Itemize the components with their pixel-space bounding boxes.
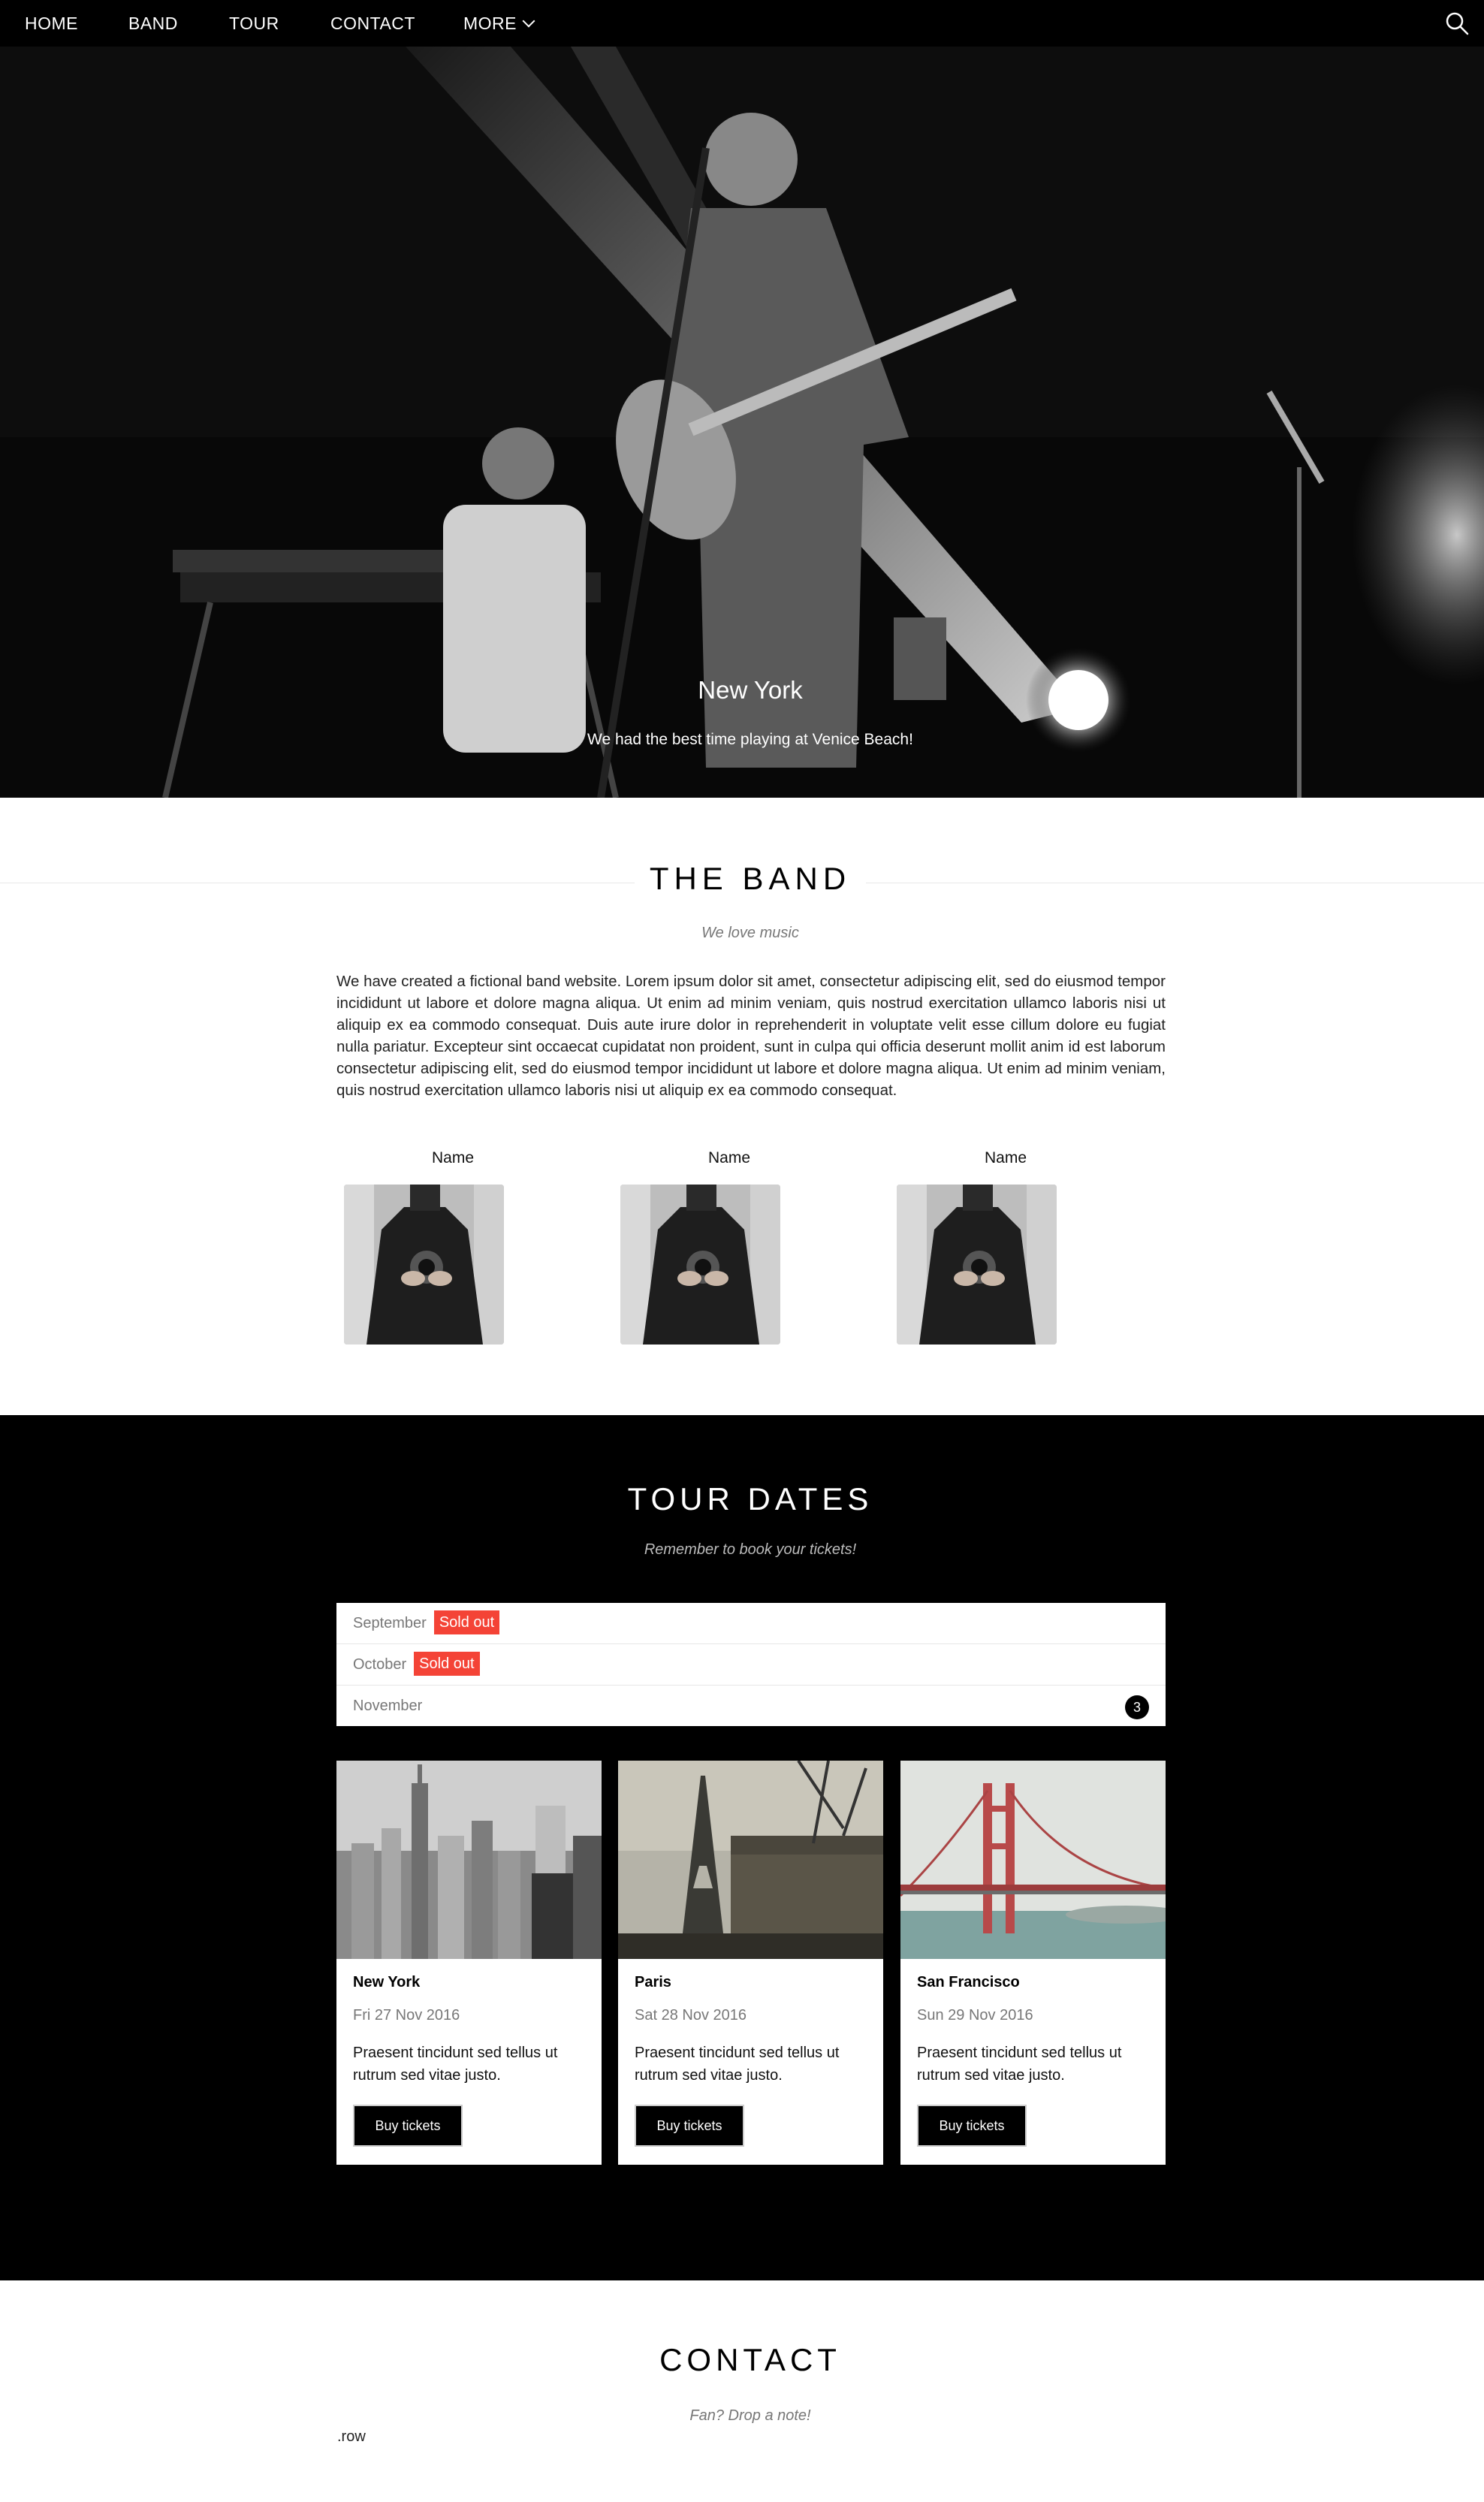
list-item-october[interactable]: October Sold out [336, 1644, 1166, 1686]
city-photo-san-francisco [899, 1761, 1186, 1959]
sold-out-badge: Sold out [433, 1610, 500, 1634]
nav-tour-link[interactable]: TOUR [229, 0, 279, 47]
card-text: Praesent tincidunt sed tellus ut rutrum … [353, 2045, 558, 2084]
nav-more-label: MORE [463, 14, 517, 33]
band-description: We have created a fictional band website… [336, 973, 1166, 1099]
member-name: Name [431, 1149, 475, 1166]
member-photo[interactable] [897, 1185, 1057, 1345]
tour-section-title: TOUR DATES [627, 1481, 873, 1517]
city-photo-new-york [336, 1761, 602, 1959]
buy-tickets-button[interactable]: Buy tickets [353, 2105, 463, 2147]
nav-contact-link[interactable]: CONTACT [330, 0, 415, 47]
list-item-september[interactable]: September Sold out [336, 1603, 1166, 1644]
tour-card: Paris Sat 28 Nov 2016 Praesent tincidunt… [618, 1759, 883, 2165]
nav-home-link[interactable]: HOME [25, 0, 78, 47]
tour-card: San Francisco Sun 29 Nov 2016 Praesent t… [899, 1761, 1186, 2165]
member-name: Name [707, 1149, 751, 1166]
tour-month-list: September Sold out October Sold out Novemb… [336, 1603, 1166, 1726]
hero-subtitle: We had the best time playing at Venice B… [587, 731, 913, 748]
nav-band-link[interactable]: BAND [128, 0, 178, 47]
contact-row-text: .row [337, 2428, 366, 2445]
month-label: November [353, 1698, 423, 1714]
tour-subtitle: Remember to book your tickets! [644, 1541, 857, 1558]
contact-subtitle: Fan? Drop a note! [689, 2407, 811, 2424]
member-name: Name [984, 1149, 1027, 1166]
card-city: San Francisco [917, 1974, 1020, 1990]
month-label: September [353, 1615, 427, 1631]
hero-carousel: New York We had the best time playing at… [0, 47, 1484, 798]
contact-section-title: CONTACT [659, 2342, 841, 2377]
month-label: October [353, 1656, 407, 1673]
hero-title: New York [698, 676, 803, 704]
card-text: Praesent tincidunt sed tellus ut rutrum … [917, 2045, 1122, 2084]
member-photo[interactable] [620, 1185, 780, 1345]
top-navbar: HOME BAND TOUR CONTACT MORE [0, 0, 1484, 47]
nav-more-dropdown[interactable]: MORE [463, 0, 535, 47]
tour-section: TOUR DATES Remember to book your tickets… [0, 1415, 1484, 2280]
sold-out-badge: Sold out [414, 1651, 480, 1676]
band-title-text: THE BAND [634, 861, 867, 896]
buy-tickets-button[interactable]: Buy tickets [635, 2105, 744, 2147]
city-photo-paris [618, 1759, 883, 1959]
buy-tickets-button[interactable]: Buy tickets [917, 2105, 1027, 2147]
card-text: Praesent tincidunt sed tellus ut rutrum … [635, 2045, 840, 2084]
list-item-november[interactable]: November 3 [336, 1686, 1166, 1727]
band-subtitle: We love music [701, 925, 799, 941]
card-date: Sun 29 Nov 2016 [917, 2007, 1033, 2024]
card-city: Paris [635, 1974, 671, 1990]
search-icon[interactable] [1443, 10, 1470, 37]
band-section-title: THE BAND [0, 861, 1484, 897]
card-date: Sat 28 Nov 2016 [635, 2007, 747, 2024]
tour-card: New York Fri 27 Nov 2016 Praesent tincid… [336, 1761, 602, 2165]
card-city: New York [353, 1974, 421, 1990]
member-photo[interactable] [344, 1185, 504, 1345]
count-badge: 3 [1125, 1695, 1149, 1719]
chevron-down-icon [522, 14, 535, 28]
card-date: Fri 27 Nov 2016 [353, 2007, 460, 2024]
